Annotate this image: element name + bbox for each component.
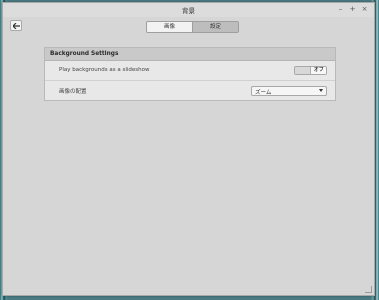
slideshow-row: Play backgrounds as a slideshow オフ: [45, 61, 335, 81]
back-button[interactable]: [10, 20, 22, 31]
window-title: 背景: [182, 7, 195, 15]
header-bar: 画像 設定: [3, 17, 374, 35]
placement-row: 画像の配置 ズーム: [45, 81, 335, 101]
background-settings-panel: Background Settings Play backgrounds as …: [44, 47, 336, 101]
stack-switcher: 画像 設定: [146, 21, 239, 33]
minimize-button[interactable]: –: [337, 4, 344, 14]
window-controls: – + ×: [337, 4, 368, 14]
tab-images[interactable]: 画像: [147, 22, 192, 32]
placement-selected-value: ズーム: [255, 90, 272, 96]
title-bar[interactable]: 背景 – + ×: [3, 3, 374, 17]
placement-label: 画像の配置: [59, 89, 87, 95]
chevron-down-icon: [319, 89, 323, 92]
maximize-button[interactable]: +: [349, 4, 356, 14]
slideshow-switch[interactable]: オフ: [294, 66, 327, 75]
tab-settings[interactable]: 設定: [192, 22, 238, 32]
switch-state-label: オフ: [310, 67, 326, 74]
switch-knob: [295, 67, 311, 74]
placement-dropdown[interactable]: ズーム: [251, 86, 327, 96]
resize-grip[interactable]: [365, 286, 372, 293]
settings-window: 背景 – + × 画像 設定 Background Settings Play …: [2, 2, 375, 296]
section-title: Background Settings: [45, 48, 335, 61]
close-button[interactable]: ×: [361, 4, 368, 14]
slideshow-label: Play backgrounds as a slideshow: [59, 67, 150, 73]
arrow-left-icon: [12, 22, 20, 29]
